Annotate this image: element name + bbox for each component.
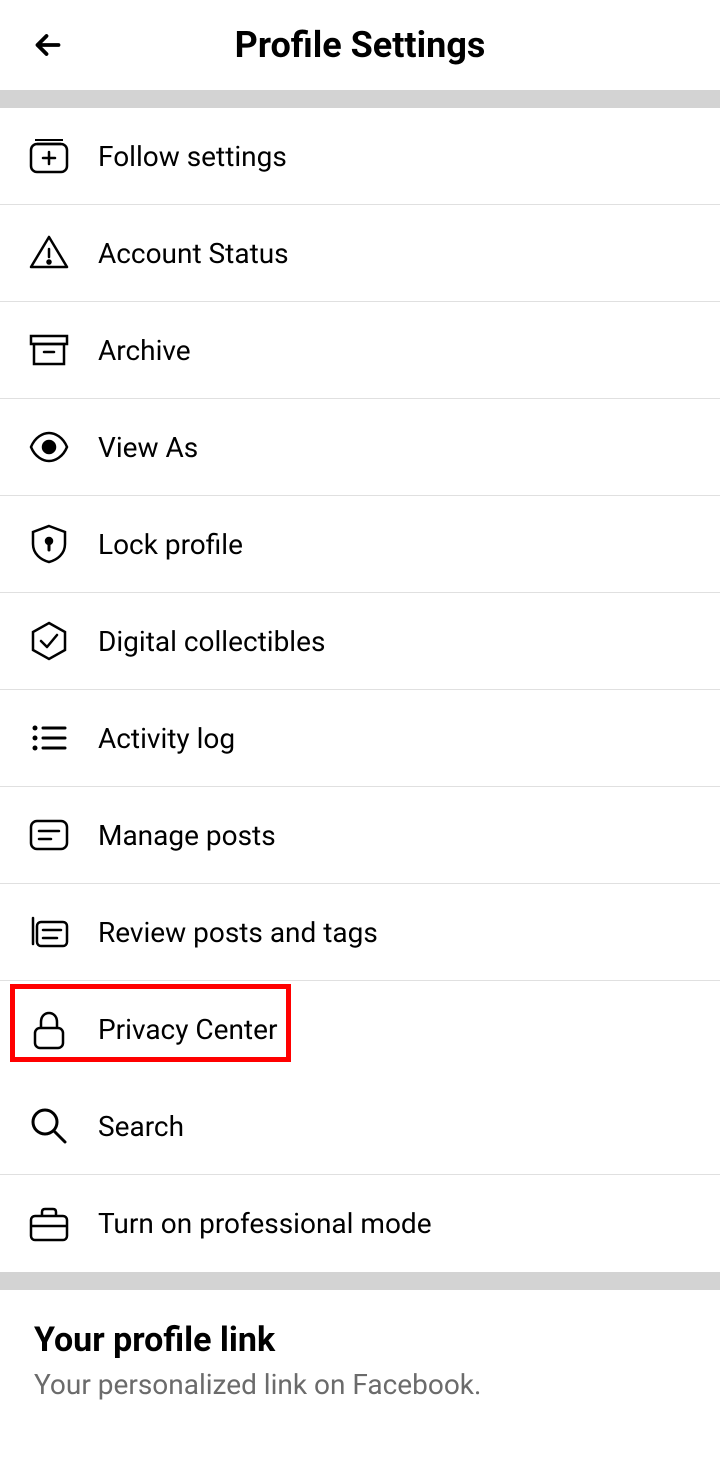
- professional-mode-item[interactable]: Turn on professional mode: [0, 1175, 720, 1272]
- item-label: Review posts and tags: [98, 916, 378, 949]
- stacked-box-icon: [26, 909, 72, 955]
- section-title: Your profile link: [34, 1320, 686, 1360]
- back-arrow-icon: [30, 27, 66, 63]
- item-label: Search: [98, 1110, 184, 1143]
- view-as-item[interactable]: View As: [0, 399, 720, 496]
- text-box-icon: [26, 812, 72, 858]
- briefcase-icon: [26, 1201, 72, 1247]
- item-label: Archive: [98, 334, 191, 367]
- lock-profile-item[interactable]: Lock profile: [0, 496, 720, 593]
- eye-icon: [26, 424, 72, 470]
- section-divider: [0, 1272, 720, 1290]
- account-status-item[interactable]: Account Status: [0, 205, 720, 302]
- review-posts-item[interactable]: Review posts and tags: [0, 884, 720, 981]
- settings-list: Follow settings Account Status Archive: [0, 108, 720, 1272]
- page-title: Profile Settings: [30, 24, 690, 66]
- digital-collectibles-item[interactable]: Digital collectibles: [0, 593, 720, 690]
- archive-item[interactable]: Archive: [0, 302, 720, 399]
- shield-lock-icon: [26, 521, 72, 567]
- search-icon: [26, 1103, 72, 1149]
- item-label: Lock profile: [98, 528, 243, 561]
- follow-settings-item[interactable]: Follow settings: [0, 108, 720, 205]
- follow-settings-icon: [26, 133, 72, 179]
- item-label: View As: [98, 431, 198, 464]
- archive-box-icon: [26, 327, 72, 373]
- lock-icon: [26, 1007, 72, 1053]
- back-button[interactable]: [30, 27, 66, 63]
- item-label: Account Status: [98, 237, 289, 270]
- item-label: Activity log: [98, 722, 235, 755]
- warning-triangle-icon: [26, 230, 72, 276]
- manage-posts-item[interactable]: Manage posts: [0, 787, 720, 884]
- profile-link-section: Your profile link Your personalized link…: [0, 1290, 720, 1421]
- privacy-center-item[interactable]: Privacy Center: [0, 981, 720, 1078]
- item-label: Digital collectibles: [98, 625, 325, 658]
- header: Profile Settings: [0, 0, 720, 90]
- section-divider: [0, 90, 720, 108]
- activity-log-item[interactable]: Activity log: [0, 690, 720, 787]
- item-label: Turn on professional mode: [98, 1207, 432, 1240]
- section-subtitle: Your personalized link on Facebook.: [34, 1368, 686, 1401]
- hexagon-check-icon: [26, 618, 72, 664]
- search-item[interactable]: Search: [0, 1078, 720, 1175]
- item-label: Manage posts: [98, 819, 276, 852]
- list-icon: [26, 715, 72, 761]
- item-label: Privacy Center: [98, 1013, 277, 1046]
- item-label: Follow settings: [98, 140, 287, 173]
